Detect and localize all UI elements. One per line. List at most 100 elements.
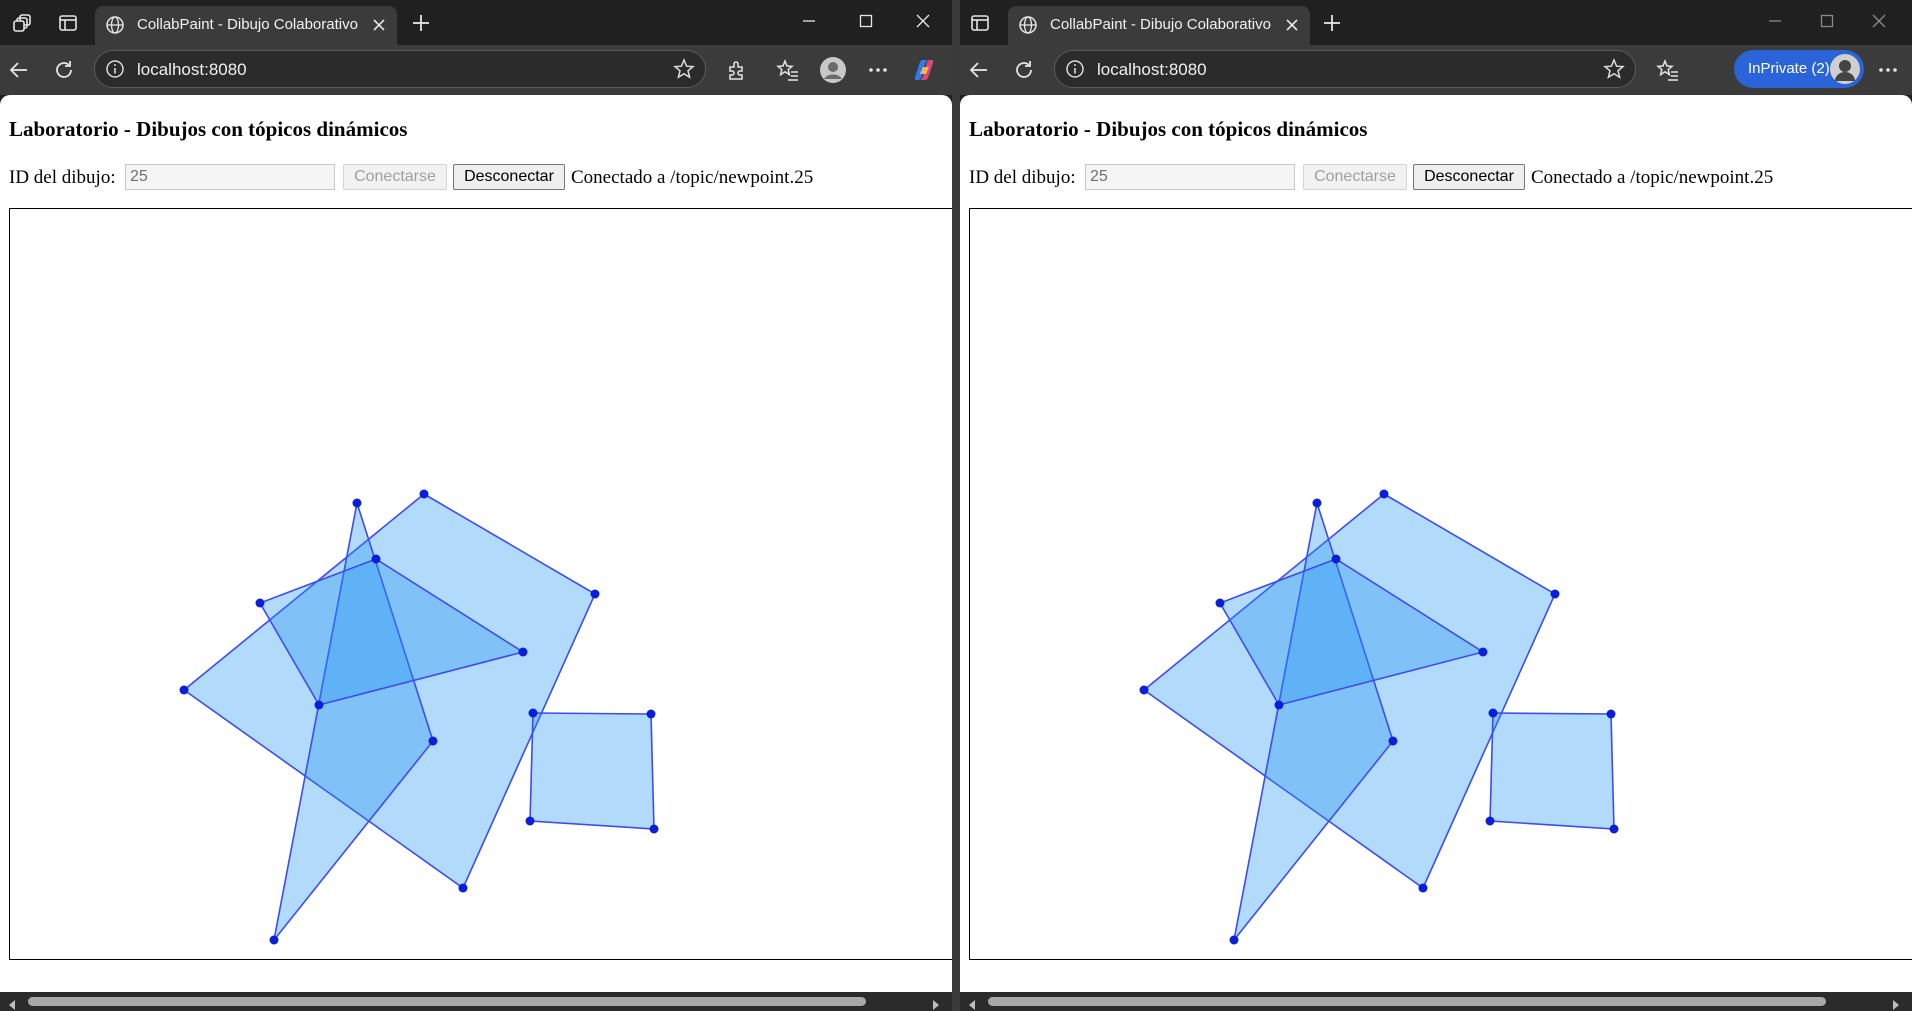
back-icon[interactable]: [965, 56, 993, 84]
refresh-icon[interactable]: [50, 56, 78, 84]
globe-icon: [1018, 15, 1038, 35]
scroll-left-icon[interactable]: [966, 996, 978, 1010]
refresh-icon[interactable]: [1010, 56, 1038, 84]
page-content: Laboratorio - Dibujos con tópicos dinámi…: [0, 95, 952, 992]
url-text[interactable]: localhost:8080: [1097, 60, 1207, 80]
inprivate-label: InPrivate (2): [1748, 60, 1830, 77]
browser-window-left: CollabPaint - Dibujo Colaborativo localh…: [0, 0, 952, 1011]
close-window-icon[interactable]: [908, 8, 938, 34]
vertex-point: [646, 709, 656, 719]
favorite-star-icon[interactable]: [1603, 58, 1625, 80]
vertex-point: [1379, 489, 1389, 499]
address-bar[interactable]: localhost:8080: [1054, 50, 1636, 88]
vertex-point: [1274, 700, 1284, 710]
vertex-point: [1312, 498, 1322, 508]
drawing-svg[interactable]: [970, 209, 1912, 959]
minimize-icon[interactable]: [1760, 8, 1790, 34]
profile-avatar-icon[interactable]: [819, 56, 847, 84]
more-options-icon[interactable]: [864, 56, 892, 84]
scroll-left-icon[interactable]: [6, 996, 18, 1010]
vertex-point: [428, 736, 438, 746]
vertex-point: [1485, 816, 1495, 826]
horizontal-scrollbar[interactable]: [960, 992, 1912, 1011]
back-icon[interactable]: [5, 56, 33, 84]
scrollbar-thumb[interactable]: [28, 997, 866, 1006]
vertex-point: [1388, 736, 1398, 746]
connection-status: Conectado a /topic/newpoint.25: [571, 167, 814, 188]
horizontal-scrollbar[interactable]: [0, 992, 952, 1011]
copilot-icon[interactable]: [910, 56, 938, 84]
connection-status: Conectado a /topic/newpoint.25: [1531, 167, 1774, 188]
globe-icon: [105, 15, 125, 35]
close-tab-icon[interactable]: [369, 15, 389, 35]
scroll-right-icon[interactable]: [1890, 996, 1902, 1010]
address-bar[interactable]: localhost:8080: [94, 50, 706, 88]
vertex-point: [1229, 935, 1239, 945]
tab-active[interactable]: CollabPaint - Dibujo Colaborativo: [1008, 6, 1310, 45]
vertex-point: [269, 935, 279, 945]
drawing-canvas[interactable]: [9, 208, 952, 960]
drawing-canvas[interactable]: [969, 208, 1912, 960]
drawing-id-input[interactable]: [125, 164, 335, 190]
inprivate-avatar: [1830, 54, 1860, 84]
close-tab-icon[interactable]: [1282, 15, 1302, 35]
vertex-point: [371, 554, 381, 564]
tab-title: CollabPaint - Dibujo Colaborativo: [1050, 16, 1271, 33]
vertex-point: [419, 489, 429, 499]
vertex-point: [1488, 708, 1498, 718]
vertex-point: [528, 708, 538, 718]
tab-actions-icon[interactable]: [56, 11, 80, 35]
browser-window-right: CollabPaint - Dibujo Colaborativo localh…: [960, 0, 1912, 1011]
connect-button[interactable]: Conectarse: [343, 164, 447, 190]
new-tab-icon[interactable]: [1320, 11, 1344, 35]
polygon-square: [529, 712, 655, 830]
site-info-icon[interactable]: [1065, 59, 1085, 79]
tab-bar: CollabPaint - Dibujo Colaborativo: [960, 0, 1912, 45]
close-window-icon[interactable]: [1864, 8, 1894, 34]
favorites-icon[interactable]: [1654, 56, 1682, 84]
vertex-point: [525, 816, 535, 826]
vertex-point: [649, 824, 659, 834]
window-divider: [952, 0, 960, 1011]
vertex-point: [458, 883, 468, 893]
extensions-icon[interactable]: [723, 56, 751, 84]
maximize-icon[interactable]: [851, 8, 881, 34]
tab-actions-icon[interactable]: [968, 11, 992, 35]
tab-title: CollabPaint - Dibujo Colaborativo: [137, 16, 358, 33]
vertex-point: [1550, 589, 1560, 599]
tab-active[interactable]: CollabPaint - Dibujo Colaborativo: [95, 6, 397, 45]
vertex-point: [179, 685, 189, 695]
drawing-id-input[interactable]: [1085, 164, 1295, 190]
page-content: Laboratorio - Dibujos con tópicos dinámi…: [960, 95, 1912, 992]
favorites-icon[interactable]: [774, 56, 802, 84]
minimize-icon[interactable]: [794, 8, 824, 34]
scrollbar-thumb[interactable]: [988, 997, 1826, 1006]
tab-bar: CollabPaint - Dibujo Colaborativo: [0, 0, 952, 45]
id-label: ID del dibujo:: [9, 167, 116, 188]
more-options-icon[interactable]: [1874, 56, 1902, 84]
favorite-star-icon[interactable]: [673, 58, 695, 80]
scroll-right-icon[interactable]: [930, 996, 942, 1010]
vertex-point: [1606, 709, 1616, 719]
site-info-icon[interactable]: [105, 59, 125, 79]
disconnect-button[interactable]: Desconectar: [1413, 164, 1525, 190]
vertex-point: [1139, 685, 1149, 695]
new-tab-icon[interactable]: [409, 11, 433, 35]
vertex-point: [590, 589, 600, 599]
vertex-point: [352, 498, 362, 508]
maximize-icon[interactable]: [1812, 8, 1842, 34]
vertex-point: [1418, 883, 1428, 893]
url-text[interactable]: localhost:8080: [137, 60, 247, 80]
vertex-point: [518, 647, 528, 657]
id-label: ID del dibujo:: [969, 167, 1076, 188]
vertex-point: [1331, 554, 1341, 564]
inprivate-badge[interactable]: InPrivate (2): [1734, 50, 1864, 88]
workspaces-icon[interactable]: [12, 11, 36, 35]
polygon-square: [1489, 712, 1615, 830]
page-title: Laboratorio - Dibujos con tópicos dinámi…: [9, 117, 408, 141]
disconnect-button[interactable]: Desconectar: [453, 164, 565, 190]
vertex-point: [1609, 824, 1619, 834]
drawing-svg[interactable]: [10, 209, 952, 959]
vertex-point: [255, 598, 265, 608]
connect-button[interactable]: Conectarse: [1303, 164, 1407, 190]
